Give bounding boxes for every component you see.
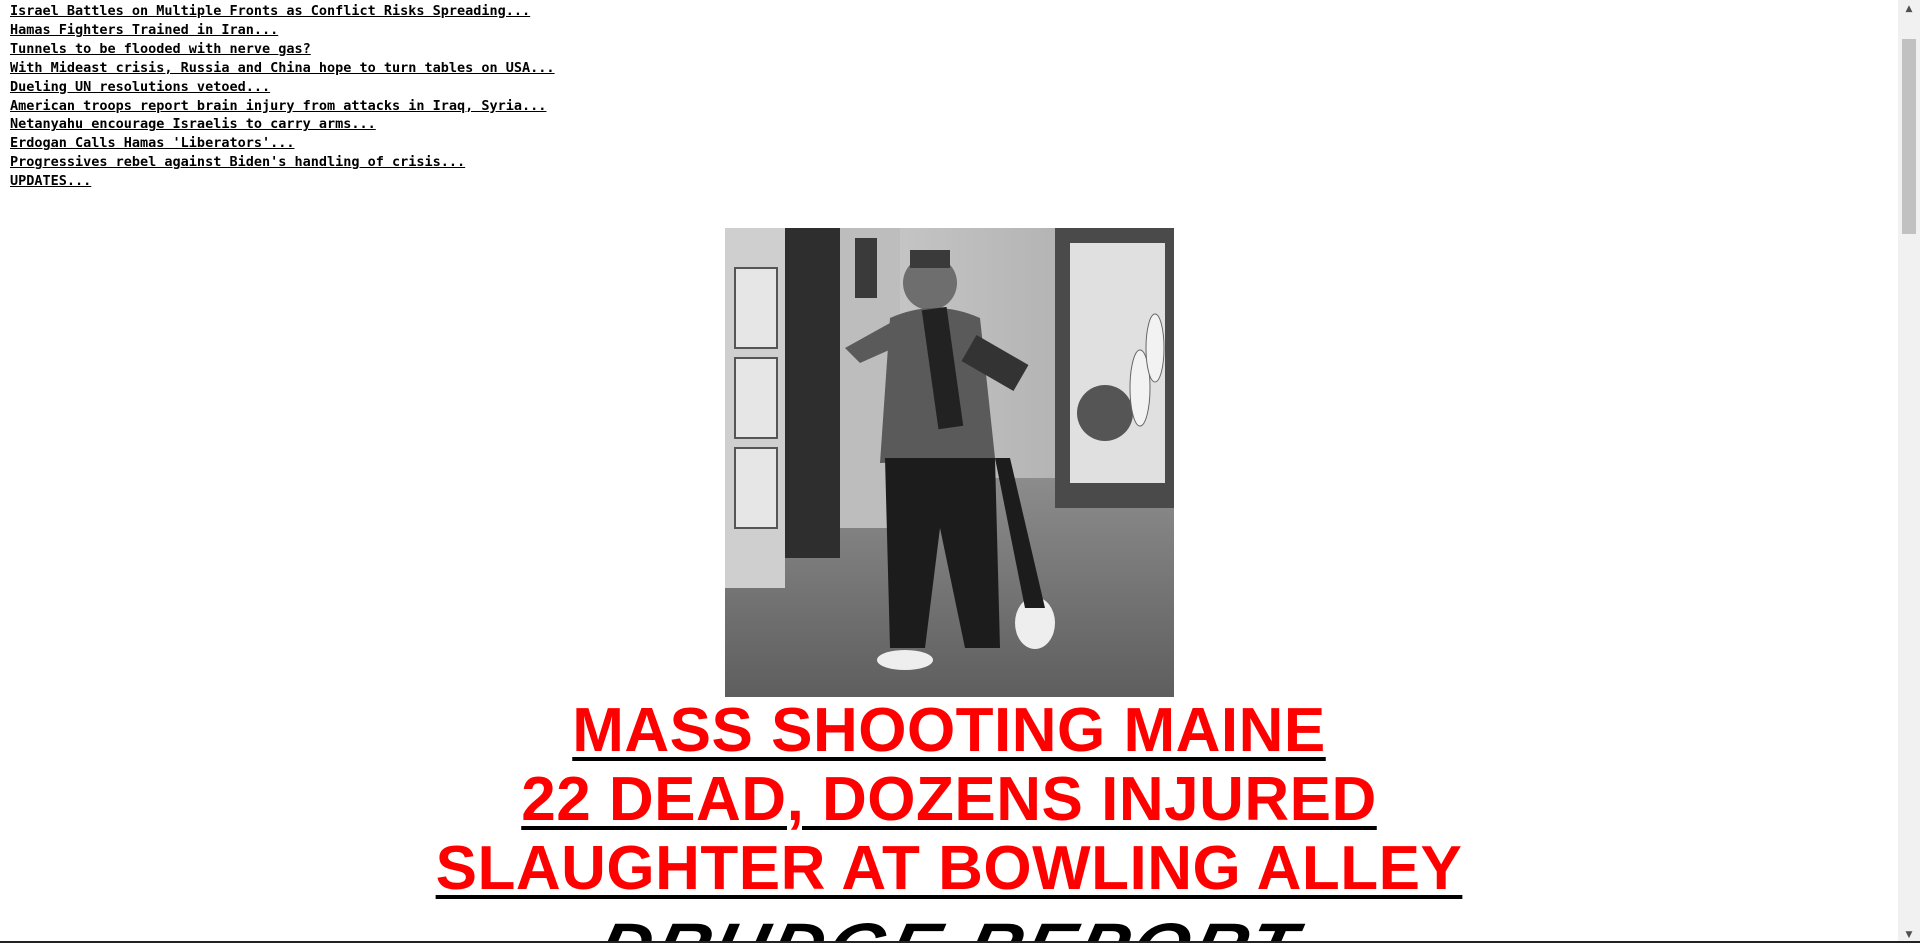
surveillance-photo-gunman-icon — [725, 228, 1174, 697]
link-israel-battles[interactable]: Israel Battles on Multiple Fronts as Con… — [10, 2, 555, 21]
logo-text: DRUDGE REPORT — [591, 909, 1307, 943]
link-russia-china-tables[interactable]: With Mideast crisis, Russia and China ho… — [10, 59, 555, 78]
headline-line-2[interactable]: 22 DEAD, DOZENS INJURED — [521, 765, 1377, 834]
link-netanyahu-arms[interactable]: Netanyahu encourage Israelis to carry ar… — [10, 115, 555, 134]
main-headline: MASS SHOOTING MAINE 22 DEAD, DOZENS INJU… — [0, 696, 1898, 903]
link-un-resolutions[interactable]: Dueling UN resolutions vetoed... — [10, 78, 555, 97]
link-erdogan-hamas[interactable]: Erdogan Calls Hamas 'Liberators'... — [10, 134, 555, 153]
page: Israel Battles on Multiple Fronts as Con… — [0, 0, 1898, 943]
scrollbar-thumb[interactable] — [1902, 39, 1916, 234]
link-tunnels-nerve-gas[interactable]: Tunnels to be flooded with nerve gas? — [10, 40, 555, 59]
drudge-report-logo: DRUDGE REPORT — [0, 907, 1898, 943]
link-hamas-trained-iran[interactable]: Hamas Fighters Trained in Iran... — [10, 21, 555, 40]
link-updates[interactable]: UPDATES... — [10, 172, 555, 191]
vertical-scrollbar[interactable]: ▲ ▼ — [1898, 0, 1920, 943]
headline-photo[interactable] — [725, 228, 1174, 697]
link-american-troops[interactable]: American troops report brain injury from… — [10, 97, 555, 116]
headline-line-1[interactable]: MASS SHOOTING MAINE — [572, 696, 1326, 765]
headline-line-3[interactable]: SLAUGHTER AT BOWLING ALLEY — [436, 834, 1463, 903]
link-progressives-rebel[interactable]: Progressives rebel against Biden's handl… — [10, 153, 555, 172]
scroll-up-arrow-icon[interactable]: ▲ — [1898, 0, 1920, 17]
top-links-list: Israel Battles on Multiple Fronts as Con… — [10, 2, 555, 191]
